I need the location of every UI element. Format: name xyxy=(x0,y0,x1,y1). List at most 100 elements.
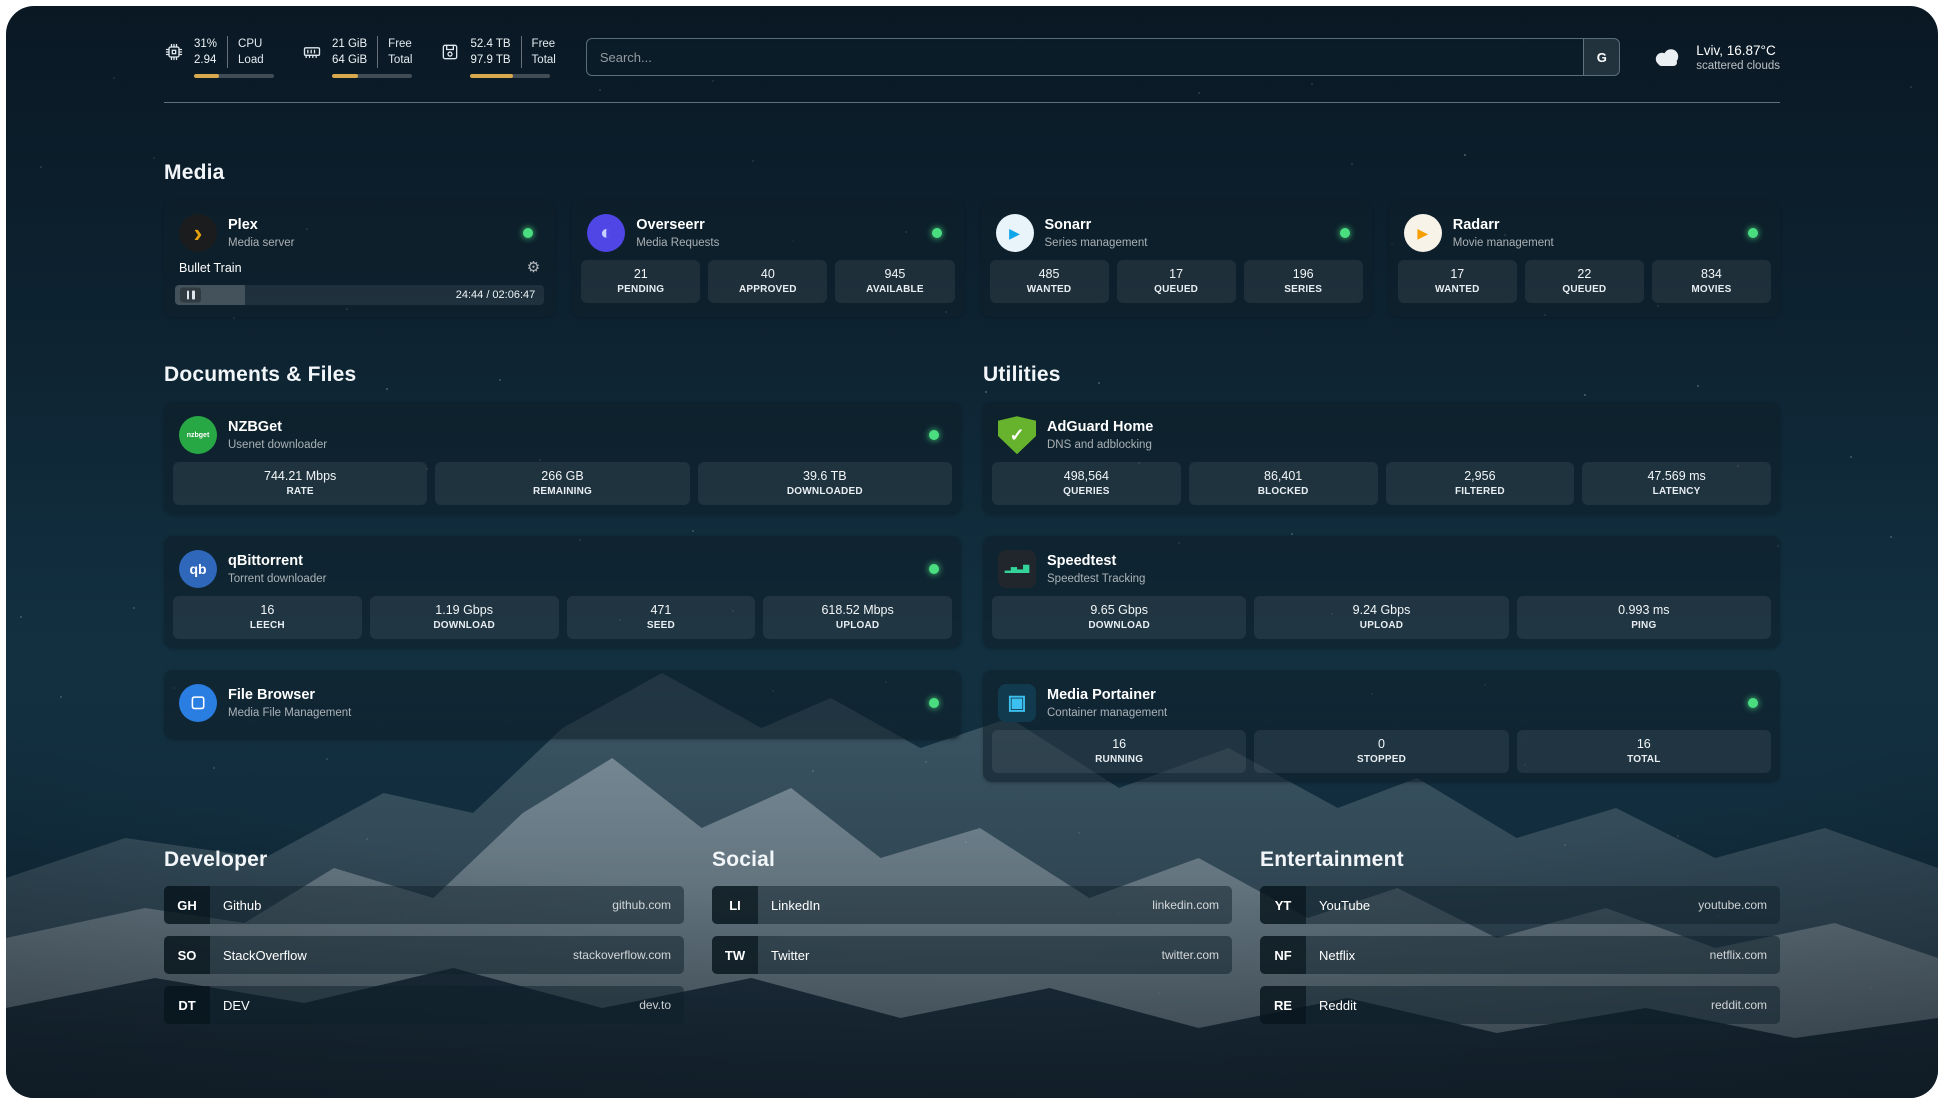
bookmark-reddit[interactable]: RERedditreddit.com xyxy=(1260,986,1780,1024)
stat-value: 39.6 TB xyxy=(702,469,948,483)
status-dot xyxy=(932,228,942,238)
service-card-sonarr[interactable]: ▶SonarrSeries management485WANTED17QUEUE… xyxy=(981,200,1372,317)
stat-value: 9.65 Gbps xyxy=(996,603,1242,617)
weather-widget: Lviv, 16.87°C scattered clouds xyxy=(1650,42,1780,72)
stat-value: 744.21 Mbps xyxy=(177,469,423,483)
stats-row: 9.65 GbpsDOWNLOAD9.24 GbpsUPLOAD0.993 ms… xyxy=(992,596,1771,639)
service-card-radarr[interactable]: ▶RadarrMovie management17WANTED22QUEUED8… xyxy=(1389,200,1780,317)
stat-label: LEECH xyxy=(177,620,358,631)
bookmark-linkedin[interactable]: LILinkedInlinkedin.com xyxy=(712,886,1232,924)
stat-box: 0.993 msPING xyxy=(1517,596,1771,639)
bookmark-twitter[interactable]: TWTwittertwitter.com xyxy=(712,936,1232,974)
resource-meter xyxy=(194,74,274,78)
service-card-portainer[interactable]: ▣Media PortainerContainer management16RU… xyxy=(983,670,1780,782)
bookmark-name: YouTube xyxy=(1319,898,1370,913)
service-card-speedtest[interactable]: ▂▅▃▇SpeedtestSpeedtest Tracking9.65 Gbps… xyxy=(983,536,1780,648)
service-name: Media Portainer xyxy=(1047,687,1167,704)
stats-row: 16LEECH1.19 GbpsDOWNLOAD471SEED618.52 Mb… xyxy=(173,596,952,639)
bookmark-abbr: TW xyxy=(712,936,758,974)
bookmark-url: youtube.com xyxy=(1698,898,1767,912)
status-dot xyxy=(1340,228,1350,238)
ram-icon xyxy=(302,42,322,62)
bookmark-group-title: Developer xyxy=(164,848,684,872)
service-subtitle: Media Requests xyxy=(636,237,719,249)
service-card-adguard[interactable]: ✓ AdGuard Home DNS and adblocking 498,564QU… xyxy=(983,402,1780,514)
stat-label: SEED xyxy=(571,620,752,631)
service-card-plex[interactable]: ›PlexMedia serverBullet Train⚙24:44 / 02… xyxy=(164,200,555,317)
stat-box: 0STOPPED xyxy=(1254,730,1508,773)
bookmark-github[interactable]: GHGithubgithub.com xyxy=(164,886,684,924)
stat-label: QUEUED xyxy=(1529,284,1640,295)
stat-value: 471 xyxy=(571,603,752,617)
pause-button[interactable] xyxy=(180,288,201,303)
stat-box: 945AVAILABLE xyxy=(835,260,954,303)
bookmark-dev[interactable]: DTDEVdev.to xyxy=(164,986,684,1024)
service-subtitle: Series management xyxy=(1045,237,1148,249)
resource-subvalue: 64 GiB xyxy=(332,52,367,68)
resource-label-bottom: Load xyxy=(238,52,264,68)
service-card-qbittorrent[interactable]: qbqBittorrentTorrent downloader16LEECH1.… xyxy=(164,536,961,648)
stat-value: 16 xyxy=(177,603,358,617)
stat-label: DOWNLOADED xyxy=(702,486,948,497)
service-card-overseerr[interactable]: ◐OverseerrMedia Requests21PENDING40APPRO… xyxy=(572,200,963,317)
stat-label: WANTED xyxy=(1402,284,1513,295)
stat-label: PENDING xyxy=(585,284,696,295)
stat-value: 17 xyxy=(1121,267,1232,281)
settings-icon[interactable]: ⚙ xyxy=(527,260,540,275)
stat-label: QUERIES xyxy=(996,486,1177,497)
resource-value: 31% xyxy=(194,36,217,52)
bookmark-youtube[interactable]: YTYouTubeyoutube.com xyxy=(1260,886,1780,924)
resource-label-bottom: Total xyxy=(532,52,556,68)
stat-box: 618.52 MbpsUPLOAD xyxy=(763,596,952,639)
stat-box: 471 SEED xyxy=(567,596,756,639)
stat-label: RATE xyxy=(177,486,423,497)
service-card-nzbget[interactable]: nzbgetNZBGetUsenet downloader744.21 Mbps… xyxy=(164,402,961,514)
stat-value: 0 xyxy=(1258,737,1504,751)
service-card-filebrowser[interactable]: ▢File BrowserMedia File Management xyxy=(164,670,961,739)
playback-progress-bar[interactable]: 24:44 / 02:06:47 xyxy=(175,285,544,305)
dashboard-window: 31%2.94CPULoad21 GiB64 GiBFreeTotal52.4 … xyxy=(6,6,1938,1098)
stat-box: 47.569 msLATENCY xyxy=(1582,462,1771,505)
resource-label-top: Free xyxy=(388,36,412,52)
bookmark-group-title: Entertainment xyxy=(1260,848,1780,872)
status-dot xyxy=(929,430,939,440)
stat-label: REMAINING xyxy=(439,486,685,497)
service-subtitle: Usenet downloader xyxy=(228,439,327,451)
bookmark-name: Netflix xyxy=(1319,948,1355,963)
bookmark-netflix[interactable]: NFNetflixnetflix.com xyxy=(1260,936,1780,974)
bookmark-stackoverflow[interactable]: SOStackOverflowstackoverflow.com xyxy=(164,936,684,974)
stat-label: RUNNING xyxy=(996,754,1242,765)
service-name: AdGuard Home xyxy=(1047,419,1153,436)
search-provider-button[interactable]: G xyxy=(1583,39,1619,75)
status-dot xyxy=(1748,698,1758,708)
bookmark-groups: Developer GHGithubgithub.com SOStackOverfl… xyxy=(164,848,1780,1066)
bookmark-abbr: DT xyxy=(164,986,210,1024)
bookmark-name: DEV xyxy=(223,998,250,1013)
stat-box: 2,956FILTERED xyxy=(1386,462,1575,505)
resource-disk: 52.4 TB97.9 TBFreeTotal xyxy=(440,36,555,78)
stat-box: 498,564QUERIES xyxy=(992,462,1181,505)
stat-value: 196 xyxy=(1248,267,1359,281)
bookmark-name: Reddit xyxy=(1319,998,1357,1013)
adguard-icon: ✓ xyxy=(998,416,1036,454)
search-bar: G xyxy=(586,38,1620,76)
stat-box: 744.21 Mbps RATE xyxy=(173,462,427,505)
stat-box: 266 GBREMAINING xyxy=(435,462,689,505)
resource-label-top: Free xyxy=(532,36,556,52)
resource-subvalue: 97.9 TB xyxy=(470,52,510,68)
service-name: Plex xyxy=(228,217,294,234)
stat-box: 9.24 GbpsUPLOAD xyxy=(1254,596,1508,639)
nzbget-icon: nzbget xyxy=(179,416,217,454)
stat-label: UPLOAD xyxy=(767,620,948,631)
resource-widgets: 31%2.94CPULoad21 GiB64 GiBFreeTotal52.4 … xyxy=(164,36,556,78)
radarr-icon: ▶ xyxy=(1404,214,1442,252)
stat-value: 47.569 ms xyxy=(1586,469,1767,483)
speedtest-icon: ▂▅▃▇ xyxy=(998,550,1036,588)
bookmark-url: twitter.com xyxy=(1162,948,1219,962)
service-subtitle: DNS and adblocking xyxy=(1047,439,1153,451)
bookmark-url: linkedin.com xyxy=(1152,898,1219,912)
bookmark-rows: LILinkedInlinkedin.com TWTwittertwitter.c… xyxy=(712,886,1232,974)
bookmark-rows: GHGithubgithub.com SOStackOverflowstackov… xyxy=(164,886,684,1024)
bookmark-group-title: Social xyxy=(712,848,1232,872)
search-input[interactable] xyxy=(587,39,1583,75)
